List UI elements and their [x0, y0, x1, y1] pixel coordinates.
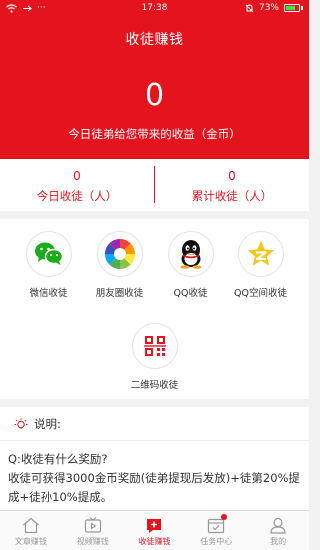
qq-icon	[167, 231, 214, 277]
share-moments-button[interactable]: 朋友圈收徒	[81, 231, 158, 299]
rules-body: Q:收徒有什么奖励? 收徒可获得3000金币奖励(徒弟提现后发放)+徒第20%提…	[0, 441, 309, 507]
share-channels: 微信收徒 朋友圈收徒 QQ收徒 QQ空间收徒 二维码收徒	[0, 219, 309, 399]
rules-answer: 收徒可获得3000金币奖励(徒弟提现后发放)+徒第20%提成+徒孙10%提成。	[8, 471, 300, 504]
tab-articles-label: 文章赚钱	[14, 537, 47, 546]
tab-tasks-label: 任务中心	[200, 537, 233, 546]
wechat-icon	[25, 231, 72, 277]
share-qq-label: QQ收徒	[173, 288, 208, 299]
video-icon	[62, 516, 124, 534]
tab-articles[interactable]: 文章赚钱	[0, 511, 62, 550]
tab-profile[interactable]: 我的	[247, 511, 309, 550]
today-apprentices-value: 0	[73, 169, 81, 183]
rules-title: 说明:	[34, 416, 61, 431]
tab-videos-label: 视频赚钱	[76, 537, 109, 546]
tab-apprentice[interactable]: 收徒赚钱	[124, 511, 186, 550]
share-qq-button[interactable]: QQ收徒	[152, 231, 229, 299]
total-apprentices-value: 0	[228, 169, 236, 183]
apprentice-stats: 0 今日收徒（人） 0 累计收徒（人）	[0, 159, 309, 211]
status-time: 17:38	[141, 3, 168, 13]
total-apprentices-label: 累计收徒（人）	[191, 189, 273, 203]
share-moments-label: 朋友圈收徒	[95, 288, 144, 299]
share-wechat-label: 微信收徒	[29, 288, 68, 299]
lightbulb-icon	[14, 417, 28, 428]
tab-videos[interactable]: 视频赚钱	[62, 511, 124, 550]
rules-section: 说明: Q:收徒有什么奖励? 收徒可获得3000金币奖励(徒弟提现后发放)+徒第…	[0, 407, 309, 510]
bottom-tab-bar: 文章赚钱 视频赚钱 收徒赚钱 任务中心 我的	[0, 510, 309, 550]
battery-icon	[284, 4, 300, 12]
today-income-caption: 今日徒弟给您带来的收益（金币）	[68, 127, 241, 141]
tab-apprentice-label: 收徒赚钱	[138, 537, 171, 546]
task-icon	[185, 516, 247, 534]
profile-icon	[247, 516, 309, 534]
total-apprentices-stat[interactable]: 0 累计收徒（人）	[155, 159, 309, 211]
qrcode-icon	[131, 323, 178, 369]
today-income-value: 0	[144, 78, 165, 113]
tab-tasks[interactable]: 任务中心	[185, 511, 247, 550]
tab-profile-label: 我的	[270, 537, 287, 546]
apprentice-icon	[124, 516, 186, 534]
earnings-header: 收徒赚钱 0 今日徒弟给您带来的收益（金币）	[0, 16, 309, 159]
today-apprentices-label: 今日收徒（人）	[36, 189, 118, 203]
home-icon	[0, 516, 62, 534]
today-apprentices-stat[interactable]: 0 今日收徒（人）	[0, 159, 154, 211]
share-qzone-label: QQ空间收徒	[234, 288, 287, 299]
moments-icon	[96, 231, 143, 277]
page-title: 收徒赚钱	[125, 32, 184, 48]
qzone-icon	[237, 231, 284, 277]
status-bar: ··· 17:38 73%	[0, 0, 309, 16]
rules-question: Q:收徒有什么奖励?	[8, 452, 108, 466]
rules-header: 说明:	[0, 407, 309, 441]
share-qzone-button[interactable]: QQ空间收徒	[222, 231, 299, 299]
share-qrcode-button[interactable]: 二维码收徒	[116, 323, 193, 391]
share-qrcode-label: 二维码收徒	[130, 380, 179, 391]
share-wechat-button[interactable]: 微信收徒	[10, 231, 87, 299]
